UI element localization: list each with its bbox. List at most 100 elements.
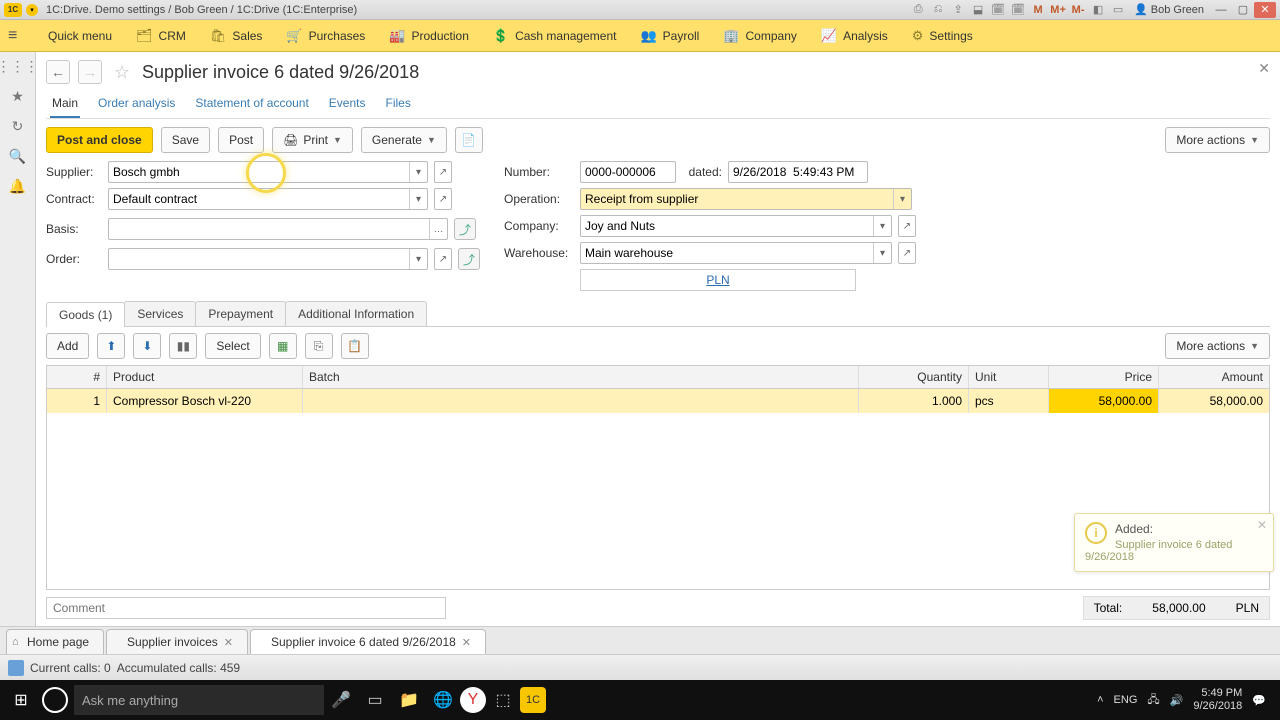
doctab-supplier-invoices[interactable]: Supplier invoices✕ <box>106 629 248 654</box>
tab-close-icon[interactable]: ✕ <box>462 636 471 649</box>
toolbar-icon[interactable]: ⎙ <box>910 2 926 18</box>
order-open-button[interactable]: ↗ <box>434 248 452 270</box>
toolbar-icon[interactable]: 🗓 <box>990 2 1006 18</box>
subtab-events[interactable]: Events <box>327 92 368 118</box>
tab-services[interactable]: Services <box>124 301 196 326</box>
table-more-actions[interactable]: More actions▼ <box>1165 333 1270 359</box>
menu-quick[interactable]: Quick menu <box>36 20 124 51</box>
supplier-open-button[interactable]: ↗ <box>434 161 452 183</box>
doctab-current[interactable]: Supplier invoice 6 dated 9/26/2018✕ <box>250 629 486 654</box>
number-input[interactable] <box>580 161 676 183</box>
toolbar-icon[interactable]: ▭ <box>1110 2 1126 18</box>
tray-clock[interactable]: 5:49 PM 9/26/2018 <box>1193 687 1242 713</box>
dropdown-icon[interactable]: ▾ <box>409 249 427 269</box>
close-tab-button[interactable]: ✕ <box>1258 60 1270 77</box>
move-up-button[interactable]: ⬆ <box>97 333 125 359</box>
taskbar-search[interactable]: Ask me anything <box>74 685 324 715</box>
menu-payroll[interactable]: 👥Payroll <box>628 20 711 51</box>
post-button[interactable]: Post <box>218 127 264 153</box>
toolbar-icon[interactable]: ⎌ <box>930 2 946 18</box>
search-icon[interactable]: 🔍 <box>8 146 28 166</box>
col-batch[interactable]: Batch <box>303 366 859 388</box>
subtab-statement[interactable]: Statement of account <box>193 92 310 118</box>
col-product[interactable]: Product <box>107 366 303 388</box>
current-user[interactable]: 👤Bob Green <box>1134 3 1204 16</box>
system-tray[interactable]: ˄ ENG 🖧 🔊 5:49 PM 9/26/2018 💬 <box>1097 687 1274 713</box>
report-icon-button[interactable]: 📄 <box>455 127 483 153</box>
menu-sales[interactable]: 🛍Sales <box>198 20 275 51</box>
dropdown-icon[interactable]: ▾ <box>873 216 891 236</box>
explorer-icon[interactable]: 📁 <box>392 683 426 717</box>
dropdown-icon[interactable]: ▾ <box>409 162 427 182</box>
tray-lang[interactable]: ENG <box>1114 694 1138 706</box>
toolbar-icon[interactable]: 🗓 <box>1010 2 1026 18</box>
col-amount[interactable]: Amount <box>1159 366 1269 388</box>
col-price[interactable]: Price <box>1049 366 1159 388</box>
maximize-button[interactable]: ▢ <box>1232 2 1254 18</box>
add-button[interactable]: Add <box>46 333 89 359</box>
menu-crm[interactable]: 🗂CRM <box>124 20 198 51</box>
table-icon-button[interactable]: ▦ <box>269 333 297 359</box>
company-input[interactable]: ▾ <box>580 215 892 237</box>
menu-company[interactable]: 🏢Company <box>711 20 809 51</box>
tab-additional[interactable]: Additional Information <box>285 301 427 326</box>
paste-button[interactable]: 📋 <box>341 333 369 359</box>
move-down-button[interactable]: ⬇ <box>133 333 161 359</box>
app-icon[interactable]: 🌐 <box>426 683 460 717</box>
order-fill-button[interactable]: ⤴ <box>458 248 480 270</box>
warehouse-open-button[interactable]: ↗ <box>898 242 916 264</box>
mic-icon[interactable]: 🎤 <box>324 683 358 717</box>
dropdown-icon[interactable]: ▾ <box>893 189 911 209</box>
col-number[interactable]: # <box>47 366 107 388</box>
subtab-main[interactable]: Main <box>50 92 80 118</box>
basis-fill-button[interactable]: ⤴ <box>454 218 476 240</box>
menu-cash[interactable]: 💲Cash management <box>481 20 629 51</box>
toolbar-mplus-icon[interactable]: M+ <box>1050 2 1066 18</box>
nav-back-button[interactable]: ← <box>46 60 70 84</box>
currency-link[interactable]: PLN <box>706 273 729 287</box>
apps-icon[interactable]: ⋮⋮⋮ <box>8 56 28 76</box>
menu-purchases[interactable]: 🛒Purchases <box>274 20 377 51</box>
tray-network-icon[interactable]: 🖧 <box>1147 691 1159 710</box>
toolbar-mminus-icon[interactable]: M- <box>1070 2 1086 18</box>
yandex-icon[interactable]: Y <box>460 687 486 713</box>
tray-chevron-icon[interactable]: ˄ <box>1097 694 1103 706</box>
company-open-button[interactable]: ↗ <box>898 215 916 237</box>
subtab-order-analysis[interactable]: Order analysis <box>96 92 177 118</box>
app-menu-dropdown[interactable]: ▾ <box>26 4 38 16</box>
tray-volume-icon[interactable]: 🔊 <box>1170 694 1184 707</box>
contract-open-button[interactable]: ↗ <box>434 188 452 210</box>
nav-forward-button[interactable]: → <box>78 60 102 84</box>
toolbar-icon[interactable]: ⇪ <box>950 2 966 18</box>
basis-input[interactable]: … <box>108 218 448 240</box>
table-row[interactable]: 1 Compressor Bosch vl-220 1.000 pcs 58,0… <box>47 389 1269 413</box>
star-icon[interactable]: ☆ <box>110 60 134 84</box>
doctab-home[interactable]: ⌂Home page <box>6 629 104 654</box>
save-button[interactable]: Save <box>161 127 210 153</box>
subtab-files[interactable]: Files <box>383 92 412 118</box>
tab-close-icon[interactable]: ✕ <box>224 636 233 649</box>
close-button[interactable]: ✕ <box>1254 2 1276 18</box>
dropdown-icon[interactable]: ▾ <box>873 243 891 263</box>
comment-input[interactable] <box>46 597 446 619</box>
dated-input[interactable]: 🗓 <box>728 161 868 183</box>
menu-production[interactable]: 🏭Production <box>377 20 481 51</box>
select-button[interactable]: Select <box>205 333 260 359</box>
col-unit[interactable]: Unit <box>969 366 1049 388</box>
contract-input[interactable]: ▾ <box>108 188 428 210</box>
more-actions-button[interactable]: More actions▼ <box>1165 127 1270 153</box>
toolbar-icon[interactable]: ◧ <box>1090 2 1106 18</box>
notification-close[interactable]: ✕ <box>1257 518 1267 532</box>
taskview-icon[interactable]: ▭ <box>358 683 392 717</box>
cortana-icon[interactable] <box>42 687 68 713</box>
tab-goods[interactable]: Goods (1) <box>46 302 125 327</box>
toolbar-icon[interactable]: ⬓ <box>970 2 986 18</box>
ellipsis-icon[interactable]: … <box>429 219 447 239</box>
menu-analysis[interactable]: 📈Analysis <box>809 20 900 51</box>
tray-notifications-icon[interactable]: 💬 <box>1252 694 1266 707</box>
col-quantity[interactable]: Quantity <box>859 366 969 388</box>
warehouse-input[interactable]: ▾ <box>580 242 892 264</box>
favorite-icon[interactable]: ★ <box>8 86 28 106</box>
post-and-close-button[interactable]: Post and close <box>46 127 153 153</box>
barcode-button[interactable]: ▮▮ <box>169 333 197 359</box>
